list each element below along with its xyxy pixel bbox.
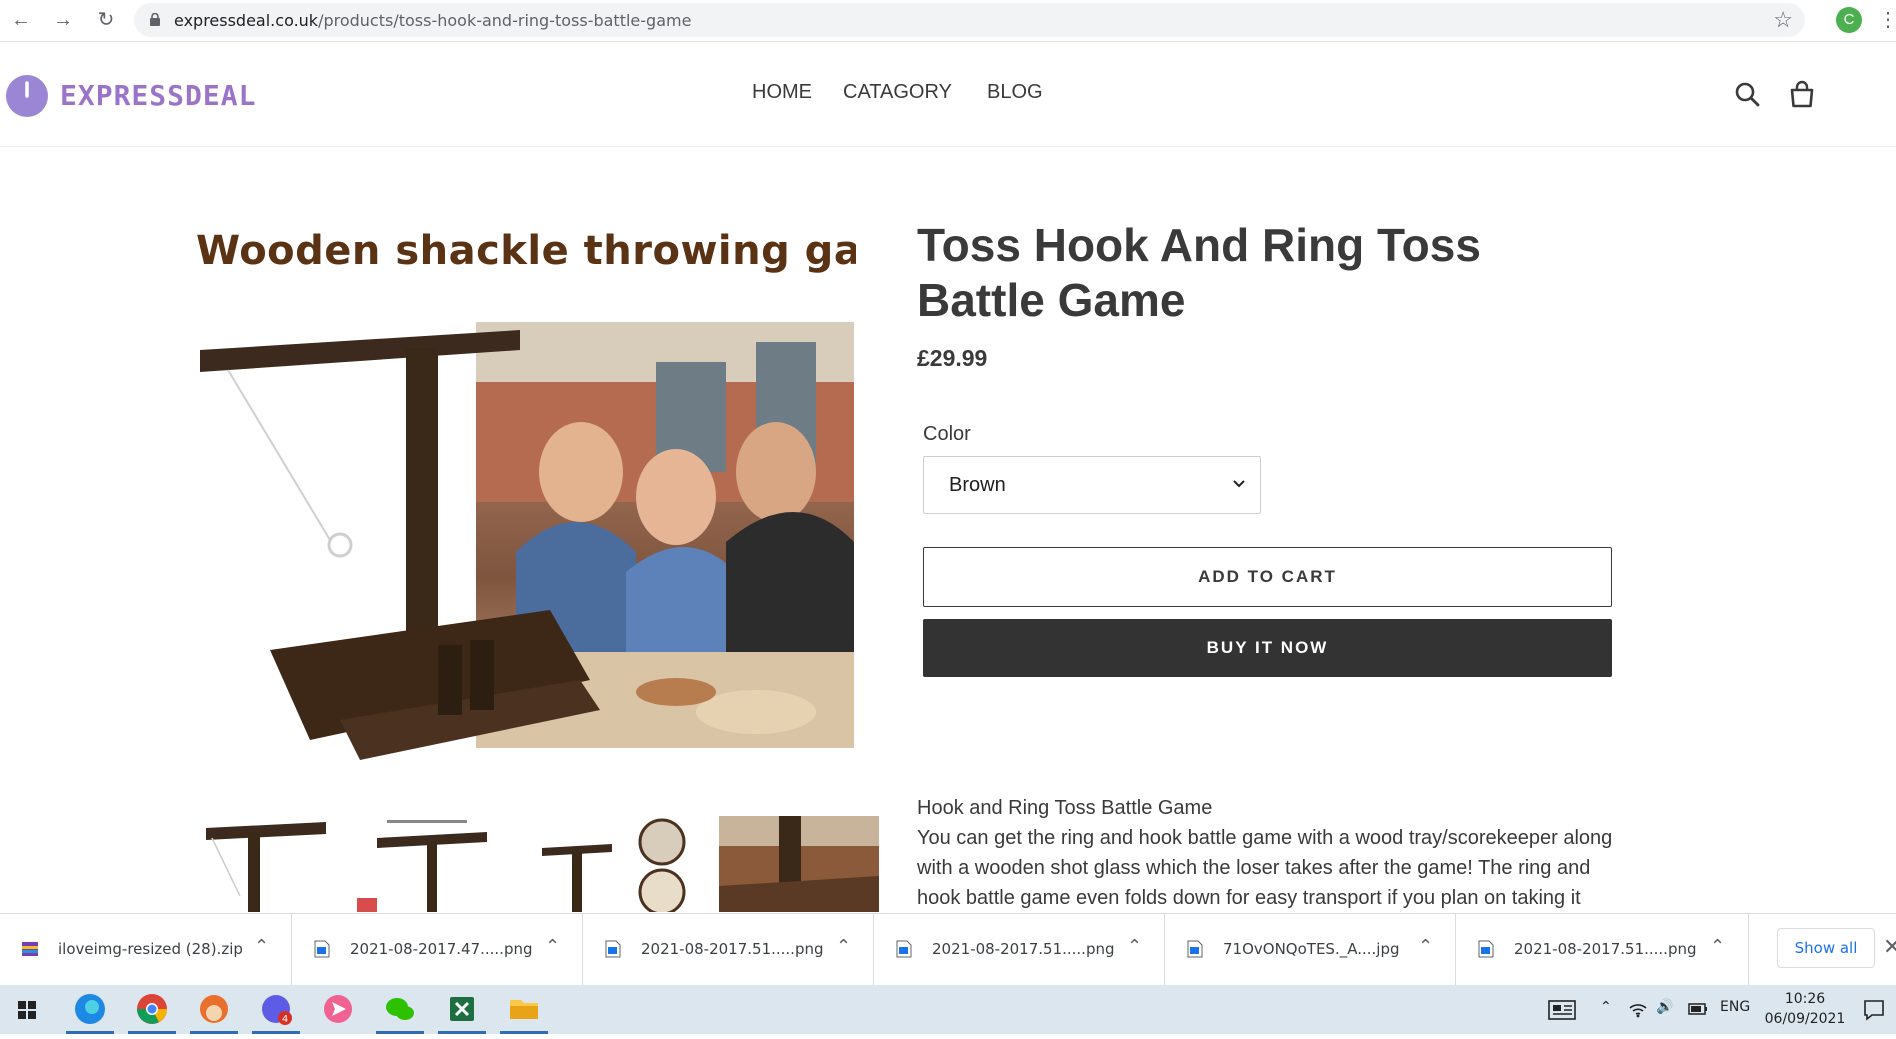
download-chevron-up-icon[interactable]: ⌃ xyxy=(836,936,851,957)
volume-icon[interactable]: 🔊 xyxy=(1656,999,1673,1015)
edge-icon[interactable] xyxy=(62,985,118,1034)
cart-icon[interactable] xyxy=(1786,79,1818,111)
game-app-icon[interactable] xyxy=(186,985,242,1034)
color-select-value: Brown xyxy=(949,474,1006,496)
thumbnail-1[interactable] xyxy=(200,816,360,912)
messenger-app-icon[interactable]: 4 xyxy=(248,985,304,1034)
close-icon[interactable]: ✕ xyxy=(1883,934,1896,960)
clock-time: 10:26 xyxy=(1784,991,1826,1007)
downloads-bar: iloveimg-resized (28).zip ⌃ 2021-08-2017… xyxy=(0,913,1896,986)
product-main-image[interactable]: Wooden shackle throwing game xyxy=(180,220,856,760)
bookmark-star-icon[interactable]: ☆ xyxy=(1773,7,1793,33)
clock[interactable]: 10:26 06/09/2021 xyxy=(1755,989,1855,1029)
show-hidden-icons-icon[interactable]: ⌃ xyxy=(1600,999,1612,1015)
download-chevron-up-icon[interactable]: ⌃ xyxy=(254,936,269,957)
battery-icon[interactable] xyxy=(1688,1002,1708,1016)
url-path: /products/toss-hook-and-ring-toss-battle… xyxy=(318,11,692,30)
nav-blog[interactable]: BLOG xyxy=(987,81,1043,104)
thumbnail-3[interactable] xyxy=(532,816,692,912)
wechat-icon[interactable] xyxy=(372,985,428,1034)
thumbnail-2[interactable] xyxy=(357,816,517,912)
download-item[interactable]: 2021-08-2017.51.....png ⌃ xyxy=(1456,914,1749,986)
download-chevron-up-icon[interactable]: ⌃ xyxy=(1418,936,1433,957)
download-item[interactable]: iloveimg-resized (28).zip ⌃ xyxy=(0,914,292,986)
url-text: expressdeal.co.uk/products/toss-hook-and… xyxy=(174,11,691,30)
download-filename: 71OvONQoTES._A....jpg xyxy=(1223,940,1400,958)
clock-date: 06/09/2021 xyxy=(1764,1011,1846,1027)
logo-icon[interactable] xyxy=(6,75,48,117)
image-file-icon xyxy=(1478,940,1494,958)
language-indicator[interactable]: ENG xyxy=(1720,999,1750,1015)
taskbar: 4 ⌃ 🔊 ENG 10:26 06/09/2021 xyxy=(0,985,1896,1034)
color-option-label: Color xyxy=(923,423,971,445)
download-filename: 2021-08-2017.51.....png xyxy=(1514,940,1697,958)
news-widget-icon[interactable] xyxy=(1548,999,1578,1021)
chrome-icon[interactable] xyxy=(124,985,180,1034)
product-price: £29.99 xyxy=(917,345,988,371)
download-item[interactable]: 71OvONQoTES._A....jpg ⌃ xyxy=(1165,914,1456,986)
search-icon[interactable] xyxy=(1732,79,1764,111)
nav-catagory[interactable]: CATAGORY xyxy=(843,81,952,104)
browser-toolbar: ← → ↻ expressdeal.co.uk/products/toss-ho… xyxy=(0,0,1896,42)
site-header: EXPRESSDEAL HOME CATAGORY BLOG xyxy=(0,43,1896,147)
download-chevron-up-icon[interactable]: ⌃ xyxy=(545,936,560,957)
zip-file-icon xyxy=(22,942,38,956)
download-filename: 2021-08-2017.51.....png xyxy=(932,940,1115,958)
excel-icon[interactable] xyxy=(434,985,490,1034)
image-file-icon xyxy=(605,940,621,958)
product-title: Toss Hook And Ring Toss Battle Game xyxy=(917,219,1481,326)
wifi-icon[interactable] xyxy=(1628,1000,1648,1018)
buy-it-now-button[interactable]: BUY IT NOW xyxy=(923,619,1612,677)
download-filename: 2021-08-2017.51.....png xyxy=(641,940,824,958)
download-chevron-up-icon[interactable]: ⌃ xyxy=(1127,936,1142,957)
notification-badge: 4 xyxy=(282,1014,288,1025)
image-file-icon xyxy=(314,940,330,958)
color-select[interactable]: Brown xyxy=(923,456,1261,514)
download-filename: iloveimg-resized (28).zip xyxy=(58,940,243,958)
download-filename: 2021-08-2017.47.....png xyxy=(350,940,533,958)
profile-avatar[interactable]: C xyxy=(1836,7,1862,33)
lock-icon xyxy=(150,13,160,26)
description-heading: Hook and Ring Toss Battle Game xyxy=(917,797,1213,819)
product-description: Hook and Ring Toss Battle Game You can g… xyxy=(917,793,1637,913)
image-file-icon xyxy=(896,940,912,958)
logo-text[interactable]: EXPRESSDEAL xyxy=(60,79,256,112)
url-host: expressdeal.co.uk xyxy=(174,11,319,30)
chevron-down-icon xyxy=(1233,480,1245,488)
description-body: You can get the ring and hook battle gam… xyxy=(917,827,1613,909)
send-app-icon[interactable] xyxy=(310,985,366,1034)
game-stand-illustration xyxy=(200,330,600,760)
thumbnail-4[interactable] xyxy=(719,816,879,912)
browser-menu-icon[interactable]: ⋮ xyxy=(1878,6,1896,34)
image-file-icon xyxy=(1187,940,1203,958)
download-item[interactable]: 2021-08-2017.51.....png ⌃ xyxy=(583,914,874,986)
forward-icon[interactable]: → xyxy=(52,9,74,31)
add-to-cart-button[interactable]: ADD TO CART xyxy=(923,547,1612,607)
download-chevron-up-icon[interactable]: ⌃ xyxy=(1710,936,1725,957)
windows-start-icon[interactable] xyxy=(0,985,56,1034)
show-all-downloads-button[interactable]: Show all xyxy=(1777,928,1875,968)
reload-icon[interactable]: ↻ xyxy=(95,9,117,31)
back-icon[interactable]: ← xyxy=(10,9,32,31)
address-bar[interactable]: expressdeal.co.uk/products/toss-hook-and… xyxy=(134,3,1805,37)
notifications-icon[interactable] xyxy=(1862,998,1886,1022)
download-item[interactable]: 2021-08-2017.51.....png ⌃ xyxy=(874,914,1165,986)
file-explorer-icon[interactable] xyxy=(496,985,552,1034)
download-item[interactable]: 2021-08-2017.47.....png ⌃ xyxy=(292,914,583,986)
image-caption: Wooden shackle throwing game xyxy=(196,228,856,274)
nav-home[interactable]: HOME xyxy=(752,81,812,104)
